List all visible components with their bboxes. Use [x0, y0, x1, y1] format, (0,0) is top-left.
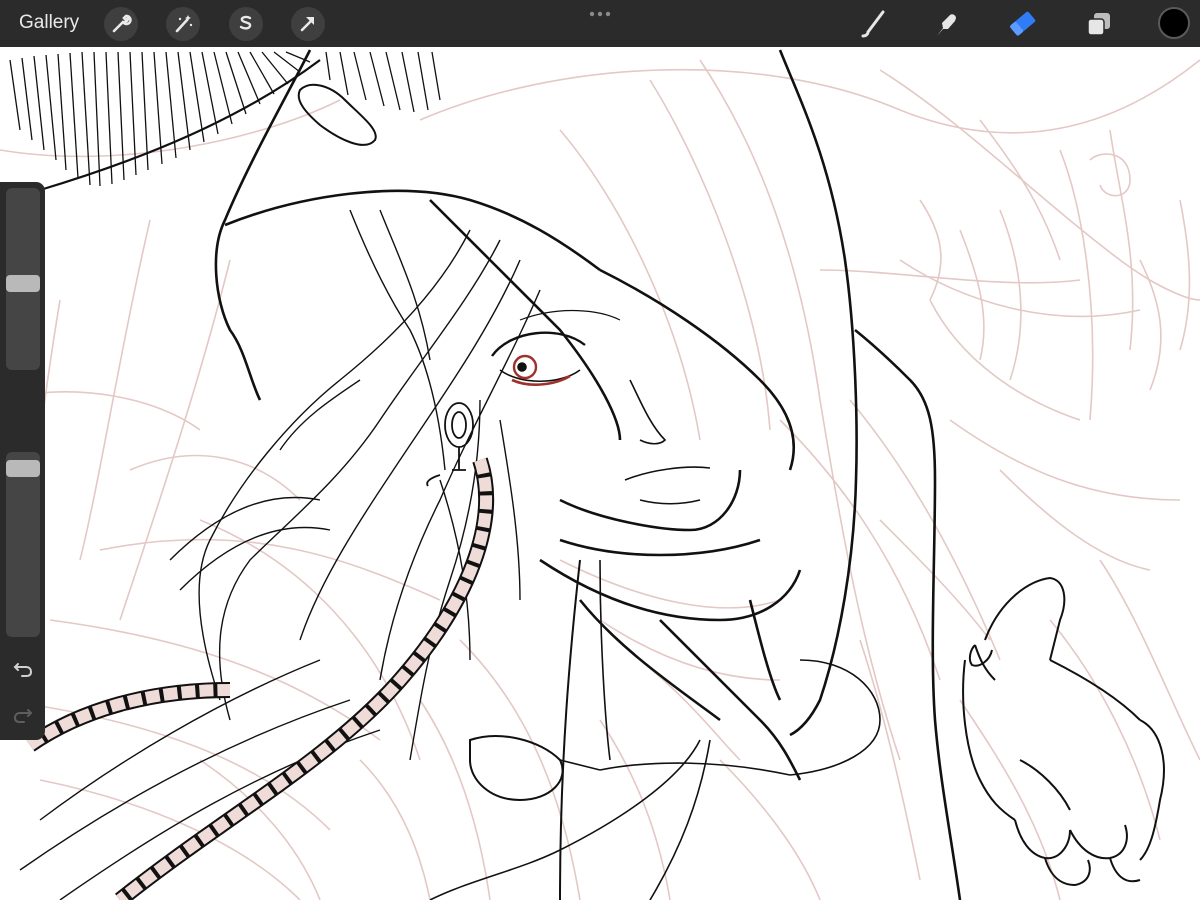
fringe-tassel [9, 51, 441, 192]
actions-wrench-icon[interactable] [104, 7, 138, 41]
earring [426, 402, 474, 487]
eraser-icon[interactable] [1006, 6, 1040, 42]
hair-strands [19, 209, 541, 900]
selection-s-icon[interactable] [229, 7, 263, 41]
adjustments-wand-icon[interactable] [166, 7, 200, 41]
smudge-icon[interactable] [930, 6, 964, 42]
drawing-canvas[interactable] [0, 47, 1200, 900]
sketch-layer [0, 59, 1200, 900]
opacity-slider[interactable] [6, 452, 40, 637]
opacity-thumb[interactable] [6, 460, 40, 477]
brush-icon[interactable] [855, 6, 889, 42]
brush-size-slider[interactable] [6, 188, 40, 370]
transform-arrow-icon[interactable] [291, 7, 325, 41]
undo-icon[interactable] [12, 657, 34, 679]
more-options-dots-icon[interactable] [584, 8, 616, 20]
hood-outline [214, 49, 962, 900]
top-toolbar: Gallery [0, 0, 1200, 47]
layers-icon[interactable] [1082, 6, 1116, 42]
braid-right [115, 457, 495, 900]
left-sidebar [0, 182, 45, 740]
gallery-button[interactable]: Gallery [19, 12, 79, 34]
redo-icon[interactable] [12, 703, 34, 725]
hand [962, 576, 1165, 887]
brush-size-thumb[interactable] [6, 275, 40, 292]
line-art-illustration [0, 49, 1200, 900]
color-picker-swatch[interactable] [1158, 7, 1190, 39]
face-lines [491, 309, 711, 505]
